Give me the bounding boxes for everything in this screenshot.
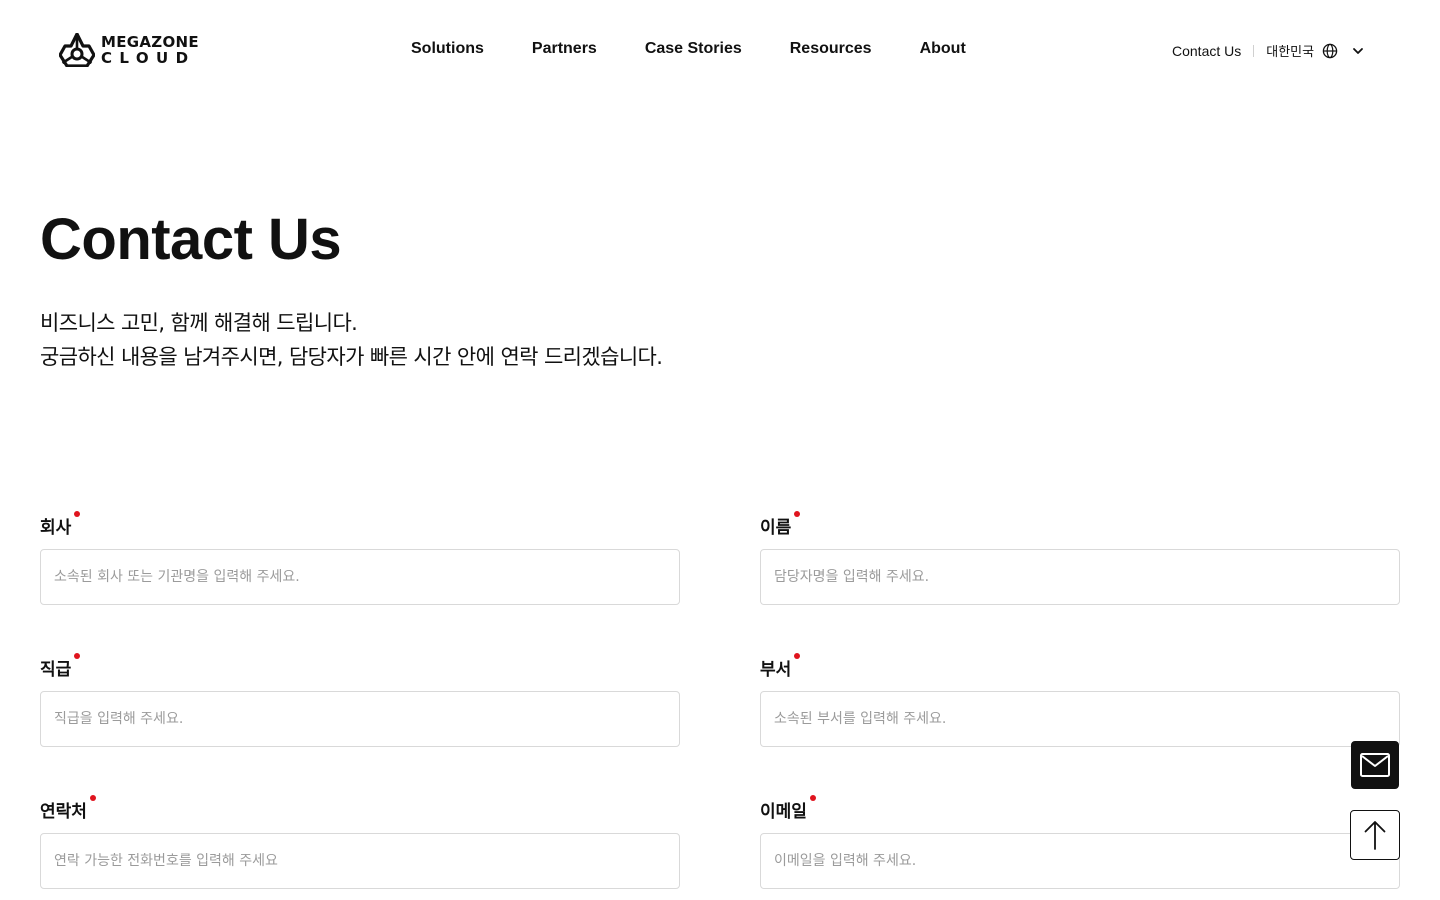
email-input[interactable] [760,833,1400,889]
chevron-down-icon[interactable] [1352,45,1364,57]
name-label: 이름 [760,511,801,538]
name-input[interactable] [760,549,1400,605]
language-selector[interactable]: 대한민국 [1266,41,1364,60]
email-label: 이메일 [760,795,816,822]
logo-wordmark: MEGAZONE CLOUD [101,32,199,67]
subtitle-line-2: 궁금하신 내용을 남겨주시면, 담당자가 빠른 시간 안에 연락 드리겠습니다. [40,345,663,369]
required-indicator [794,511,801,517]
nav-item-partners[interactable]: Partners [532,40,597,58]
nav-item-resources[interactable]: Resources [790,40,872,58]
phone-label-text: 연락처 [40,802,87,822]
nav-item-case-stories[interactable]: Case Stories [645,40,742,58]
nav-item-about[interactable]: About [920,40,966,58]
header-utilities: Contact Us 대한민국 [1172,41,1364,60]
phone-field-group: 연락처 [40,795,680,889]
nav-item-solutions[interactable]: Solutions [411,40,484,58]
email-field-group: 이메일 [760,795,1400,889]
page-title: Contact Us [40,207,342,272]
floating-contact-button[interactable] [1351,741,1399,789]
position-label: 직급 [40,653,81,680]
company-field-group: 회사 [40,511,680,605]
header-contact-link[interactable]: Contact Us [1172,43,1241,59]
name-label-text: 이름 [760,518,792,538]
position-label-text: 직급 [40,660,72,680]
department-input[interactable] [760,691,1400,747]
subtitle-line-1: 비즈니스 고민, 함께 해결해 드립니다. [40,311,358,335]
company-label: 회사 [40,511,81,538]
company-input[interactable] [40,549,680,605]
position-input[interactable] [40,691,680,747]
scroll-to-top-button[interactable] [1350,810,1400,860]
megazone-cloud-logo[interactable]: MEGAZONE CLOUD [59,33,199,67]
required-indicator [74,511,81,517]
department-field-group: 부서 [760,653,1400,747]
language-label: 대한민국 [1266,45,1315,60]
arrow-up-icon [1364,821,1386,850]
position-field-group: 직급 [40,653,680,747]
phone-input[interactable] [40,833,680,889]
page-subtitle: 비즈니스 고민, 함께 해결해 드립니다. 궁금하신 내용을 남겨주시면, 담당… [40,306,663,374]
globe-icon [1322,43,1338,58]
required-indicator [89,795,96,801]
main-nav: Solutions Partners Case Stories Resource… [411,40,966,58]
logo-mark-icon [59,33,95,67]
required-indicator [74,653,81,659]
email-label-text: 이메일 [760,802,807,822]
required-indicator [794,653,801,659]
phone-label: 연락처 [40,795,96,822]
mail-icon [1360,753,1390,777]
logo-line1: MEGAZONE [101,32,199,51]
site-header: MEGAZONE CLOUD Solutions Partners Case S… [0,0,1440,100]
department-label-text: 부서 [760,660,792,680]
company-label-text: 회사 [40,518,72,538]
name-field-group: 이름 [760,511,1400,605]
logo-line2: CLOUD [101,48,196,67]
header-divider [1253,44,1255,57]
required-indicator [809,795,816,801]
department-label: 부서 [760,653,801,680]
